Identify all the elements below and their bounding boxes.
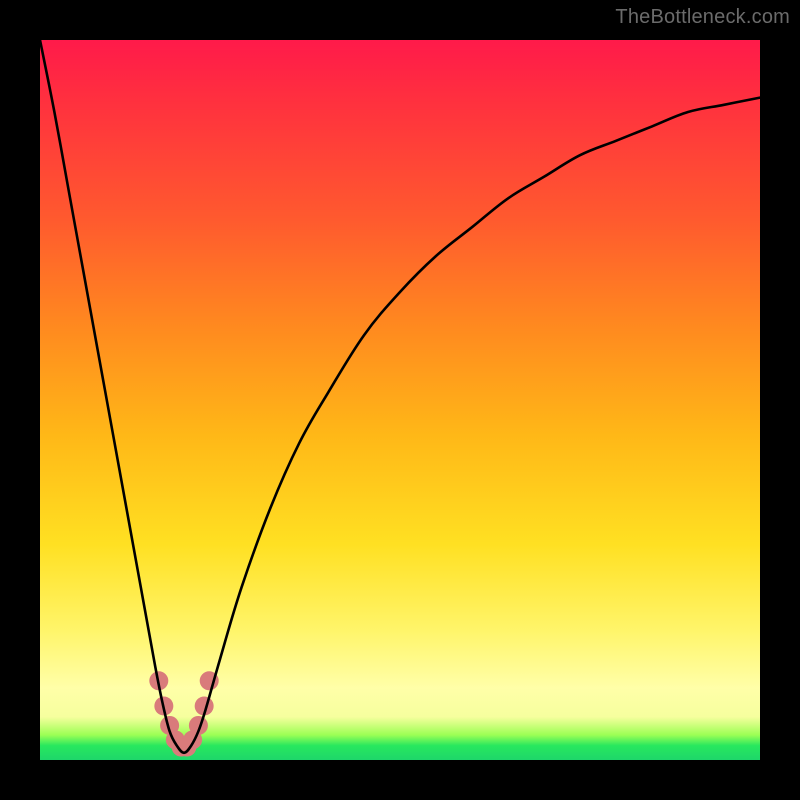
- bottleneck-curve: [40, 40, 760, 753]
- plot-area: [40, 40, 760, 760]
- chart-svg: [40, 40, 760, 760]
- watermark-text: TheBottleneck.com: [615, 6, 790, 29]
- outer-frame: TheBottleneck.com: [0, 0, 800, 800]
